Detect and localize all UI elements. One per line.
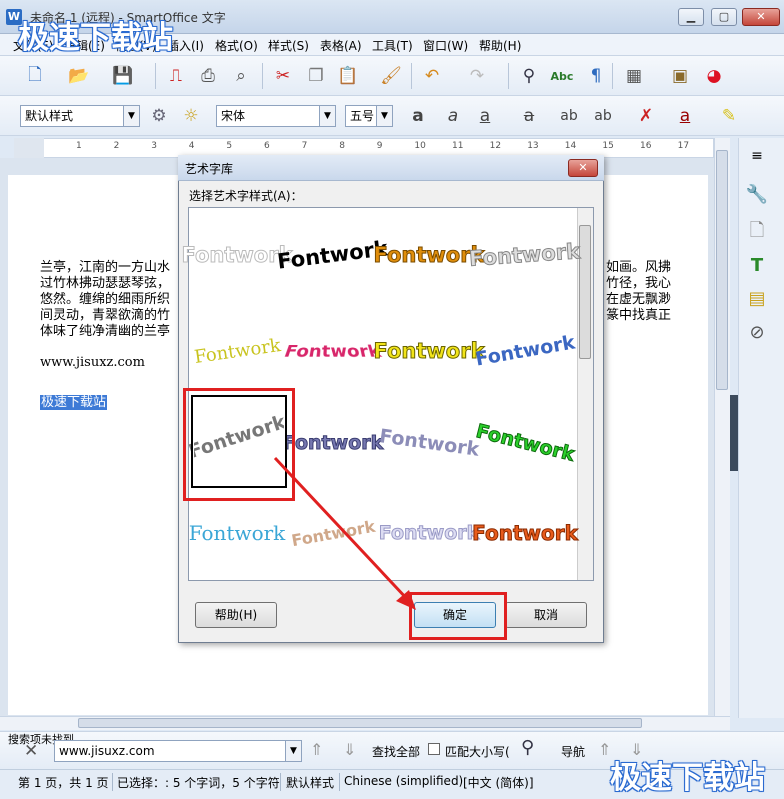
annotation-arrow	[273, 456, 416, 610]
watermark-logo: 极速下载站	[610, 760, 765, 796]
watermark-logo: 极速下载站	[18, 20, 173, 56]
